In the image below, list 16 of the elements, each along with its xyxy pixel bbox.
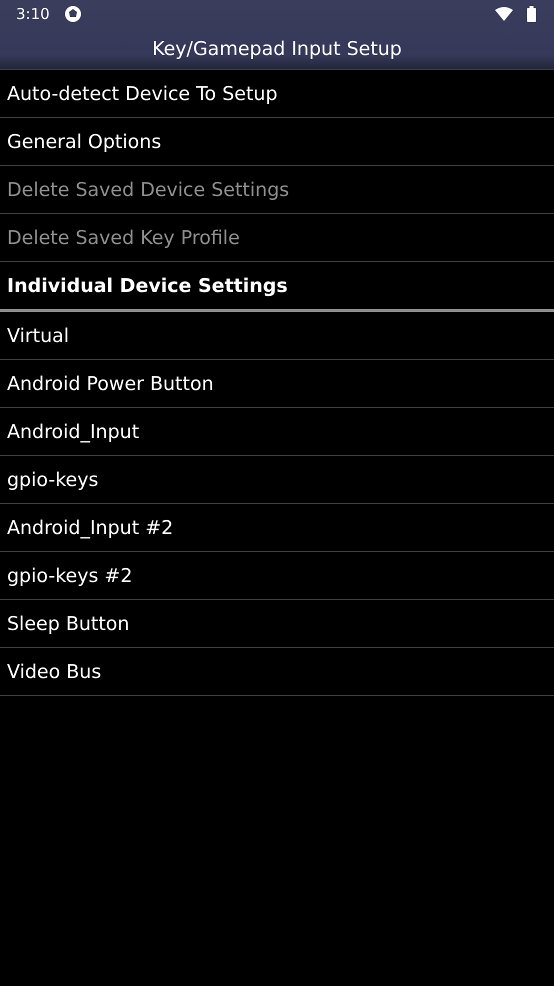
menu-item[interactable]: gpio-keys (7, 468, 98, 490)
aperture-icon (64, 5, 82, 23)
menu-item[interactable]: Android_Input (7, 420, 140, 442)
menu-item[interactable]: gpio-keys #2 (7, 564, 132, 586)
wifi-icon (495, 7, 513, 21)
section-header: Individual Device Settings (7, 274, 288, 296)
status-time: 3:10 (16, 5, 50, 23)
menu-item[interactable]: Auto-detect Device To Setup (7, 82, 278, 104)
menu-item[interactable]: Android Power Button (7, 372, 214, 394)
menu-item[interactable]: Sleep Button (7, 612, 130, 634)
battery-icon (527, 6, 536, 22)
menu-item[interactable]: Android_Input #2 (7, 516, 174, 538)
screen-title: Key/Gamepad Input Setup (151, 36, 403, 62)
menu-item[interactable]: General Options (7, 130, 162, 152)
menu-item[interactable]: Video Bus (7, 660, 102, 682)
menu-item[interactable]: Virtual (7, 324, 70, 346)
